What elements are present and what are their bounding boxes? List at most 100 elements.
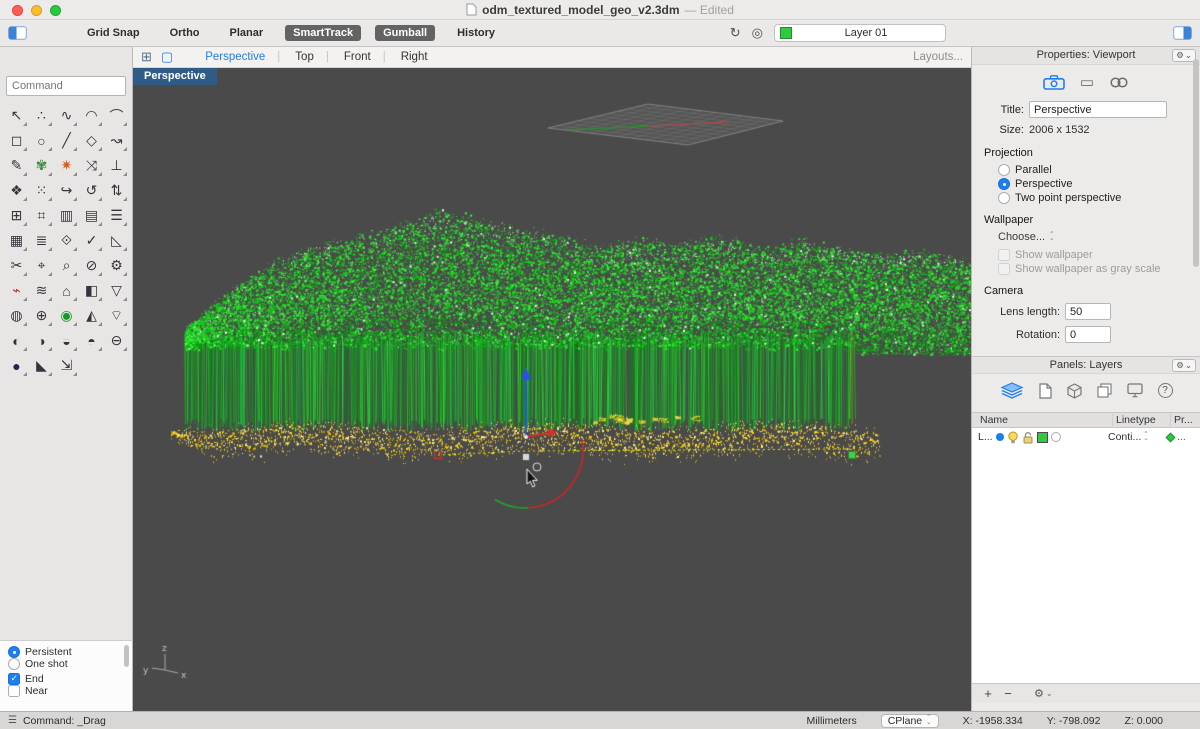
tool-icon[interactable]: ◓ — [79, 328, 104, 353]
tool-icon[interactable]: ⌕ — [54, 253, 79, 278]
new-file-icon[interactable] — [1038, 382, 1052, 399]
wallpaper-choose-dropdown[interactable]: Choose... ⌃ ⌄ — [998, 231, 1200, 243]
layers-list-area[interactable] — [972, 446, 1200, 683]
box-icon[interactable] — [1066, 382, 1082, 399]
tool-icon[interactable]: ◉ — [54, 303, 79, 328]
column-print[interactable]: Pr... — [1170, 414, 1200, 426]
tool-icon[interactable]: ≋ — [29, 278, 54, 303]
tool-icon[interactable]: ✂ — [4, 253, 29, 278]
tool-icon[interactable]: ⌖ — [29, 253, 54, 278]
tool-icon[interactable]: ◇ — [79, 128, 104, 153]
toolbar-toggle[interactable]: Grid Snap — [79, 25, 148, 41]
zoom-window-button[interactable] — [50, 4, 61, 16]
tool-icon[interactable]: ⊕ — [29, 303, 54, 328]
osnap-checkbox[interactable]: Near — [8, 685, 124, 697]
osnap-checkbox[interactable]: End — [8, 673, 124, 685]
osnap-radio[interactable]: One shot — [8, 658, 124, 670]
menu-icon[interactable]: ☰ — [8, 715, 17, 726]
tool-icon[interactable]: ⊥ — [104, 153, 129, 178]
remove-layer-button[interactable]: − — [1000, 686, 1016, 701]
tool-icon[interactable]: ◒ — [54, 328, 79, 353]
tool-icon[interactable]: ◠ — [79, 103, 104, 128]
projection-radio[interactable]: Parallel — [998, 164, 1200, 176]
tool-icon[interactable]: ⌔ — [104, 303, 129, 328]
display-icon[interactable] — [1126, 383, 1143, 398]
toolbar-toggle[interactable]: Gumball — [375, 25, 436, 41]
viewport-tab[interactable]: Perspective — [190, 51, 280, 63]
lens-length-field[interactable] — [1065, 303, 1111, 320]
render-mode-icon[interactable]: ↻ — [730, 25, 741, 41]
tool-icon[interactable]: ⚙ — [104, 253, 129, 278]
layer-material-swatch[interactable] — [1050, 432, 1061, 442]
tool-icon[interactable]: ☰ — [104, 203, 129, 228]
viewport-tab[interactable]: Right — [383, 51, 443, 63]
tool-icon[interactable]: ⇲ — [54, 353, 79, 378]
scrollbar-thumb[interactable] — [1193, 59, 1199, 267]
tool-icon[interactable]: ▽ — [104, 278, 129, 303]
viewport-title-field[interactable] — [1029, 101, 1167, 118]
toolbar-toggle[interactable]: Ortho — [162, 25, 208, 41]
tool-icon[interactable]: ◺ — [104, 228, 129, 253]
tool-icon[interactable]: ⌂ — [54, 278, 79, 303]
tool-icon[interactable]: ∿ — [54, 103, 79, 128]
units-label[interactable]: Millimeters — [807, 715, 857, 727]
column-linetype[interactable]: Linetype — [1112, 414, 1170, 426]
panel-toggle-icon[interactable] — [1173, 26, 1192, 40]
layer-lock-icon[interactable] — [1022, 431, 1034, 444]
tool-icon[interactable]: ● — [4, 353, 29, 378]
tool-icon[interactable]: ◐ — [4, 328, 29, 353]
osnap-radio[interactable]: Persistent — [8, 646, 124, 658]
tool-icon[interactable]: ⟐ — [54, 228, 79, 253]
column-name[interactable]: Name — [972, 414, 1112, 426]
toolbar-toggle[interactable]: SmartTrack — [285, 25, 362, 41]
projection-radio[interactable]: Perspective — [998, 178, 1200, 190]
projection-radio[interactable]: Two point perspective — [998, 192, 1200, 204]
tool-icon[interactable]: ⊖ — [104, 328, 129, 353]
viewport[interactable]: Perspective — [133, 68, 971, 711]
tool-icon[interactable]: ✎ — [4, 153, 29, 178]
layers-gear-menu[interactable]: ⚙ ⌄ — [1172, 359, 1196, 372]
add-layer-button[interactable]: + — [980, 686, 996, 701]
toolbar-toggle[interactable]: Planar — [222, 25, 272, 41]
sidebar-toggle-icon[interactable] — [8, 26, 27, 40]
tool-icon[interactable]: ≣ — [29, 228, 54, 253]
tool-icon[interactable]: ✾ — [29, 153, 54, 178]
tool-icon[interactable]: ⇅ — [104, 178, 129, 203]
tool-icon[interactable]: ↪ — [54, 178, 79, 203]
layers-options-menu[interactable]: ⚙ ⌄ — [1034, 687, 1053, 700]
layer-visibility-bulb-icon[interactable] — [1007, 431, 1019, 444]
command-input[interactable] — [6, 76, 126, 96]
layer-print-cell[interactable]: ... — [1165, 431, 1197, 443]
tool-icon[interactable]: ⌒ — [104, 103, 129, 128]
toolbar-toggle[interactable]: History — [449, 25, 503, 41]
target-icon[interactable]: ◎ — [752, 25, 763, 41]
tool-icon[interactable]: ↖ — [4, 103, 29, 128]
tool-icon[interactable]: ◧ — [79, 278, 104, 303]
cplane-dropdown[interactable]: CPlane ⌃ ⌄ — [880, 713, 939, 728]
tool-icon[interactable]: ⌗ — [29, 203, 54, 228]
tool-icon[interactable]: ❖ — [4, 178, 29, 203]
tool-icon[interactable]: ↺ — [79, 178, 104, 203]
tool-icon[interactable]: ⁙ — [29, 178, 54, 203]
copy-icon[interactable] — [1096, 383, 1112, 398]
tool-icon[interactable]: ○ — [29, 128, 54, 153]
tool-icon[interactable]: ✷ — [54, 153, 79, 178]
tool-icon[interactable]: ∴ — [29, 103, 54, 128]
display-mode-icon[interactable]: ▭ — [1080, 73, 1094, 91]
close-window-button[interactable] — [12, 4, 23, 16]
tool-icon[interactable]: ◑ — [29, 328, 54, 353]
scrollbar-thumb[interactable] — [124, 645, 129, 667]
tool-icon[interactable]: ◭ — [79, 303, 104, 328]
tool-icon[interactable]: ⌁ — [4, 278, 29, 303]
layer-row[interactable]: L... Conti... ⌃ ⌄ ... — [972, 428, 1200, 446]
tool-icon[interactable]: ✓ — [79, 228, 104, 253]
viewport-tab[interactable]: Front — [326, 51, 386, 63]
minimize-window-button[interactable] — [31, 4, 42, 16]
layers-icon[interactable] — [1000, 382, 1024, 399]
tool-icon[interactable]: ◣ — [29, 353, 54, 378]
tool-icon[interactable]: ▦ — [4, 228, 29, 253]
link-icon[interactable] — [1109, 76, 1129, 89]
viewport-maximize-icon[interactable]: ▢ — [161, 49, 173, 65]
rotation-field[interactable] — [1065, 326, 1111, 343]
layer-color-swatch[interactable] — [1036, 431, 1048, 443]
